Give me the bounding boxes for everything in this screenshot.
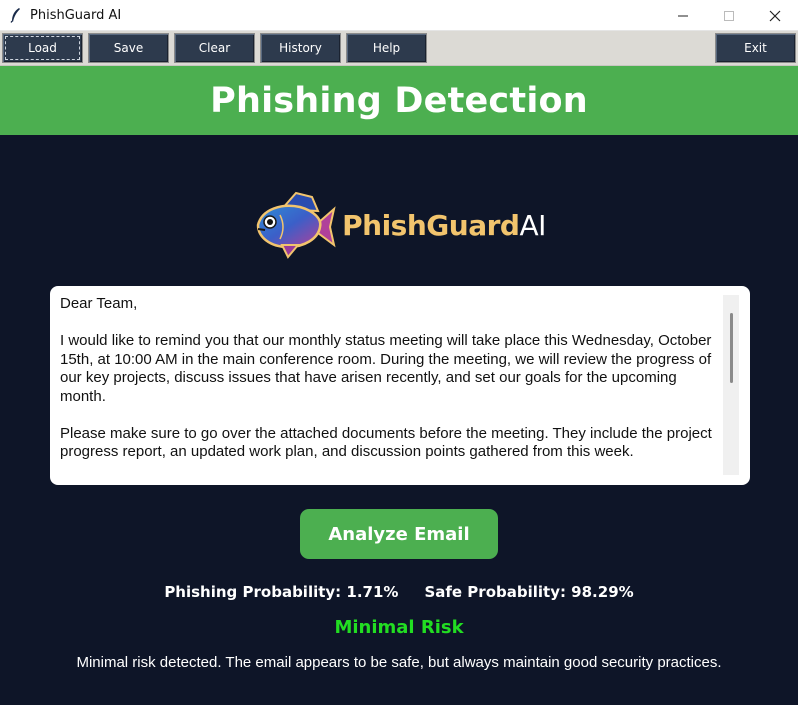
logo: PhishGuardAI [150, 160, 648, 290]
scrollbar-thumb[interactable] [730, 313, 733, 383]
email-text-area[interactable]: Dear Team, I would like to remind you th… [50, 286, 750, 485]
header-banner: Phishing Detection [0, 66, 798, 135]
help-button[interactable]: Help [346, 33, 427, 63]
email-scrollbar[interactable] [723, 295, 739, 475]
risk-description: Minimal risk detected. The email appears… [76, 654, 722, 671]
logo-brand-suffix: AI [519, 208, 546, 242]
menu-bar: Load Save Clear History Help Exit [0, 31, 798, 66]
minimize-icon [678, 15, 688, 16]
load-button[interactable]: Load [2, 33, 83, 63]
save-button[interactable]: Save [88, 33, 169, 63]
maximize-button[interactable] [706, 0, 752, 31]
phishing-probability: Phishing Probability: 1.71% [164, 583, 399, 601]
exit-button[interactable]: Exit [715, 33, 796, 63]
probability-row: Phishing Probability: 1.71% Safe Probabi… [0, 581, 798, 603]
clear-button[interactable]: Clear [174, 33, 255, 63]
close-button[interactable] [752, 0, 798, 31]
close-icon [769, 10, 781, 21]
history-button[interactable]: History [260, 33, 341, 63]
minimize-button[interactable] [660, 0, 706, 31]
main-panel: PhishGuardAI Dear Team, I would like to … [0, 135, 798, 705]
email-body[interactable]: Dear Team, I would like to remind you th… [60, 295, 720, 477]
fish-icon [256, 191, 336, 259]
analyze-email-button[interactable]: Analyze Email [300, 509, 498, 559]
risk-level: Minimal Risk [334, 617, 464, 638]
logo-brand: PhishGuardAI [342, 209, 546, 242]
feather-icon [6, 5, 26, 25]
page-title: Phishing Detection [210, 80, 588, 121]
window-title-bar: PhishGuard AI [0, 0, 798, 31]
safe-probability: Safe Probability: 98.29% [424, 583, 634, 601]
logo-brand-main: PhishGuard [342, 208, 520, 242]
window-title: PhishGuard AI [30, 7, 122, 23]
maximize-icon [724, 10, 734, 21]
